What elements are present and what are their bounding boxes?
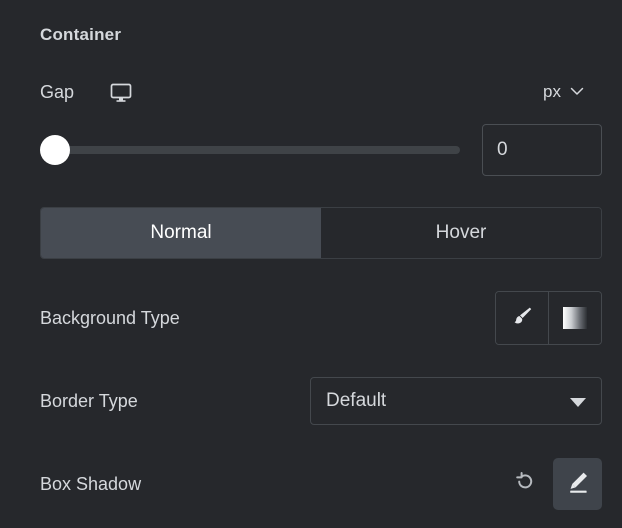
border-type-selected-value: Default [326,390,387,411]
border-type-select-wrap: Default [310,377,602,425]
unit-switcher[interactable]: px [543,78,584,106]
box-shadow-edit-button[interactable] [553,458,602,510]
tab-normal-label: Normal [150,222,212,243]
page-title: Container [40,25,122,44]
reset-undo-icon [512,469,538,500]
gap-slider[interactable] [40,135,460,165]
background-type-classic-button[interactable] [496,292,548,344]
box-shadow-reset-button[interactable] [508,467,542,501]
border-type-label: Border Type [40,390,138,411]
border-type-row: Border Type Default [40,377,602,425]
pencil-edit-icon [564,468,592,501]
box-shadow-control [508,458,602,510]
border-type-select[interactable]: Default [310,377,602,425]
background-type-control [495,291,602,345]
background-type-label: Background Type [40,307,180,328]
background-type-row: Background Type [40,291,602,345]
gap-label: Gap [40,82,75,102]
tab-hover[interactable]: Hover [321,208,601,258]
background-type-choices [495,291,602,345]
tab-normal[interactable]: Normal [41,208,321,258]
state-tabs: Normal Hover [40,207,602,259]
gap-value-input[interactable] [482,124,602,176]
gap-slider-thumb[interactable] [40,135,70,165]
border-type-control: Default [310,377,602,425]
gap-slider-track [62,146,460,154]
tab-hover-label: Hover [435,222,487,243]
paint-brush-icon [509,303,535,334]
box-shadow-row: Box Shadow [40,458,602,510]
gap-control-header: Gap px [40,78,602,106]
chevron-down-icon [570,78,584,106]
gap-slider-row [40,124,602,176]
desktop-monitor-icon[interactable] [108,80,134,106]
container-settings-panel: Container Gap px 0 Normal Hover Backgrou… [0,0,622,528]
box-shadow-label: Box Shadow [40,473,142,494]
unit-value: px [543,82,561,101]
gradient-swatch-icon [563,307,587,329]
background-type-gradient-button[interactable] [548,292,601,344]
